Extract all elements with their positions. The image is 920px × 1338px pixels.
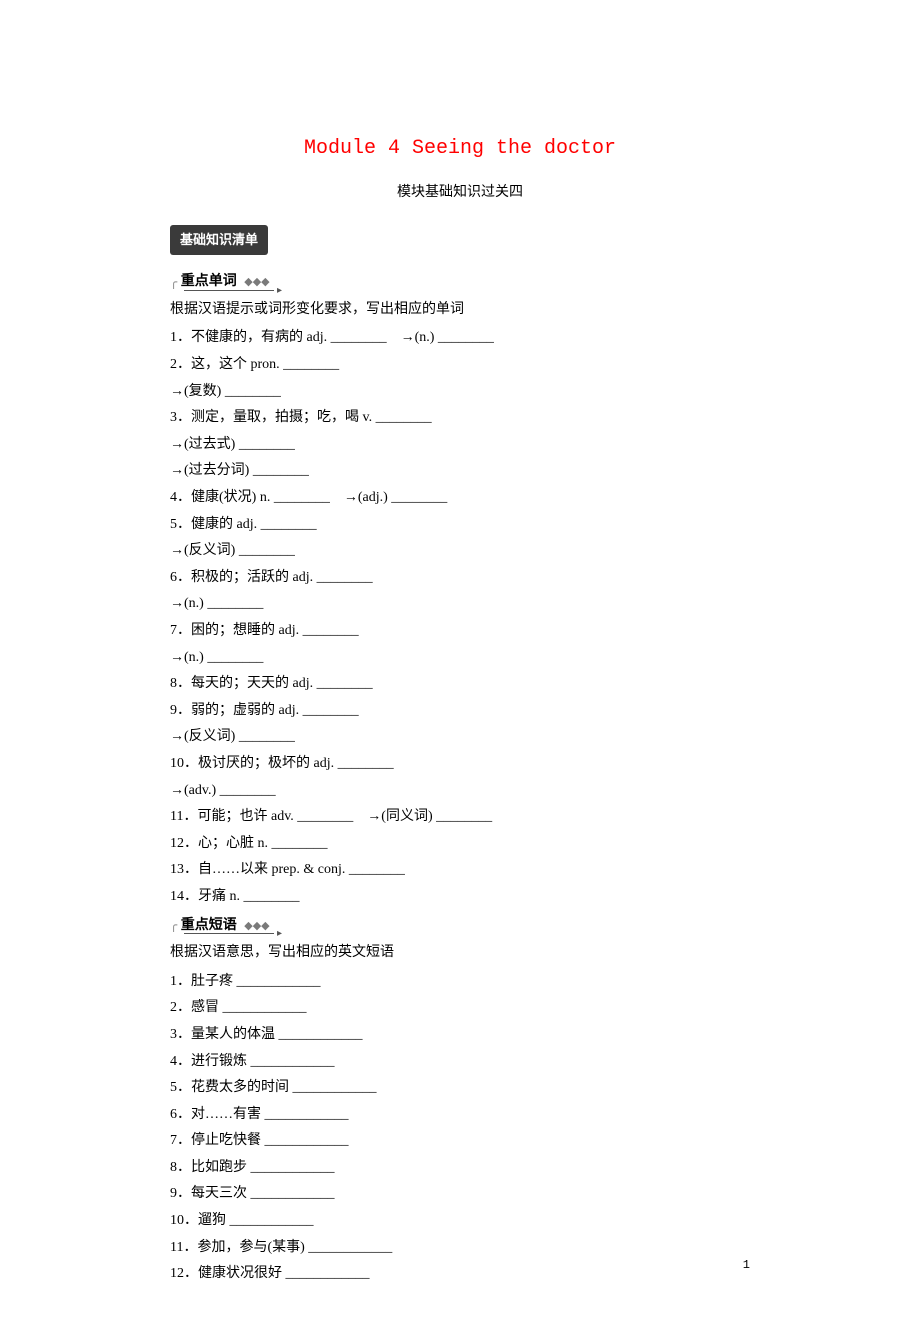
phrase-item: 12．健康状况很好 ____________ xyxy=(170,1261,750,1288)
phrase-item: 6．对……有害 ____________ xyxy=(170,1102,750,1129)
phrases-instruction: 根据汉语意思，写出相应的英文短语 xyxy=(170,940,750,967)
arrow-underline-icon xyxy=(184,933,274,934)
word-item: 4．健康(状况) n. ________ →(adj.) ________ xyxy=(170,485,750,512)
word-item: 3．测定，量取，拍摄；吃，喝 v. ________ xyxy=(170,405,750,432)
word-item: 6．积极的；活跃的 adj. ________ xyxy=(170,565,750,592)
module-title: Module 4 Seeing the doctor xyxy=(170,130,750,168)
phrase-item: 3．量某人的体温 ____________ xyxy=(170,1022,750,1049)
word-item: 5．健康的 adj. ________ xyxy=(170,512,750,539)
phrase-item: 5．花费太多的时间 ____________ xyxy=(170,1075,750,1102)
word-item: →(adv.) ________ xyxy=(170,778,750,805)
word-item: →(反义词) ________ xyxy=(170,538,750,565)
phrase-item: 1．肚子疼 ____________ xyxy=(170,969,750,996)
diamond-icon: ◆◆◆ xyxy=(244,276,269,288)
phrases-section-header: ╭ 重点短语 ◆◆◆ xyxy=(170,913,750,935)
section-tag: 基础知识清单 xyxy=(170,225,268,256)
words-instruction: 根据汉语提示或词形变化要求，写出相应的单词 xyxy=(170,297,750,324)
phrase-item: 10．遛狗 ____________ xyxy=(170,1208,750,1235)
phrases-header-text: 重点短语 xyxy=(181,918,237,933)
words-header-text: 重点单词 xyxy=(181,274,237,289)
word-item: 7．困的；想睡的 adj. ________ xyxy=(170,618,750,645)
arrow-icon: ╭ xyxy=(170,271,177,294)
words-section-header: ╭ 重点单词 ◆◆◆ xyxy=(170,269,750,291)
phrase-item: 7．停止吃快餐 ____________ xyxy=(170,1128,750,1155)
word-item: →(复数) ________ xyxy=(170,379,750,406)
word-item: 10．极讨厌的；极坏的 adj. ________ xyxy=(170,751,750,778)
word-item: →(n.) ________ xyxy=(170,591,750,618)
word-item: 14．牙痛 n. ________ xyxy=(170,884,750,911)
diamond-icon: ◆◆◆ xyxy=(244,920,269,932)
word-item: →(过去分词) ________ xyxy=(170,458,750,485)
word-item: →(n.) ________ xyxy=(170,645,750,672)
word-item: 11．可能；也许 adv. ________ →(同义词) ________ xyxy=(170,804,750,831)
module-subtitle: 模块基础知识过关四 xyxy=(170,180,750,207)
word-item: →(反义词) ________ xyxy=(170,724,750,751)
word-item: →(过去式) ________ xyxy=(170,432,750,459)
section-tag-container: 基础知识清单 xyxy=(170,225,750,256)
phrase-item: 4．进行锻炼 ____________ xyxy=(170,1049,750,1076)
phrase-item: 8．比如跑步 ____________ xyxy=(170,1155,750,1182)
page-number: 1 xyxy=(743,1254,750,1277)
arrow-underline-icon xyxy=(184,290,274,291)
phrase-item: 9．每天三次 ____________ xyxy=(170,1181,750,1208)
word-item: 8．每天的；天天的 adj. ________ xyxy=(170,671,750,698)
word-item: 9．弱的；虚弱的 adj. ________ xyxy=(170,698,750,725)
word-item: 13．自……以来 prep. & conj. ________ xyxy=(170,857,750,884)
word-item: 2．这，这个 pron. ________ xyxy=(170,352,750,379)
word-item: 1．不健康的，有病的 adj. ________ →(n.) ________ xyxy=(170,325,750,352)
arrow-icon: ╭ xyxy=(170,914,177,937)
phrase-item: 11．参加，参与(某事) ____________ xyxy=(170,1235,750,1262)
word-item: 12．心；心脏 n. ________ xyxy=(170,831,750,858)
phrase-item: 2．感冒 ____________ xyxy=(170,995,750,1022)
